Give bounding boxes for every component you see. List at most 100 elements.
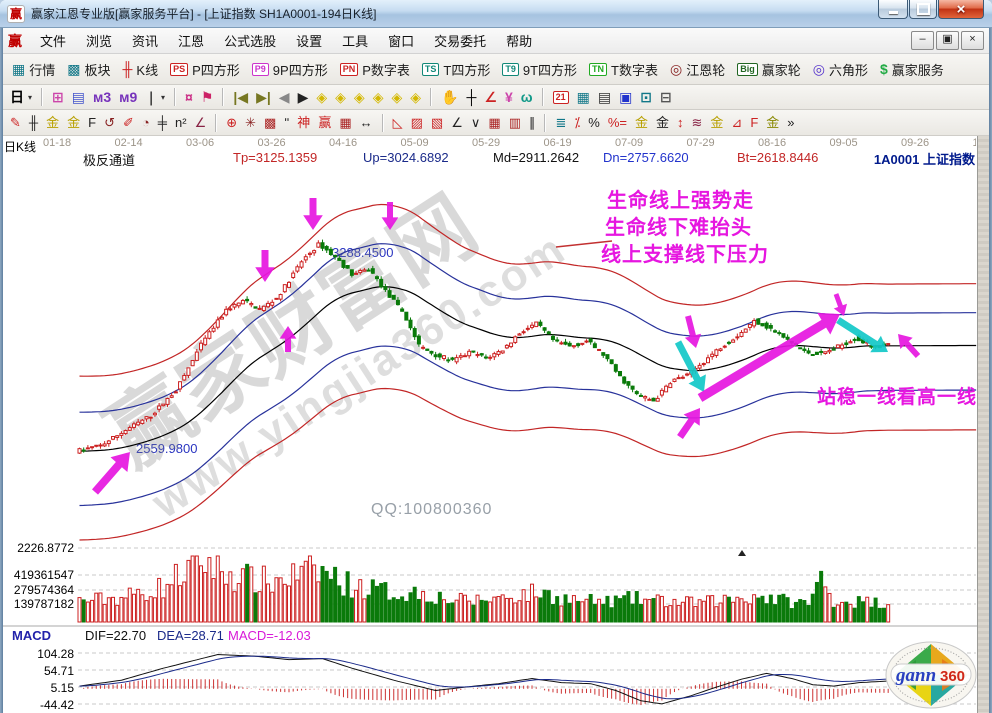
diamond-full-button[interactable]: ◈ (406, 88, 425, 106)
parallel-lines-tool[interactable]: ∥ (525, 114, 540, 132)
stock-pool-button[interactable]: ¤ (181, 88, 197, 106)
diamond-horizontal-button[interactable]: ◈ (350, 88, 369, 106)
fan-square-tool[interactable]: ▨ (407, 114, 427, 132)
export-data-button[interactable]: ⊟ (656, 88, 676, 106)
angle-pencil-button[interactable]: ∠ (480, 88, 501, 106)
menu-item-7[interactable]: 工具 (332, 32, 378, 51)
fibonacci-f-tool[interactable]: F (84, 114, 100, 132)
menu-item-9[interactable]: 交易委托 (424, 32, 496, 51)
notepad-button[interactable]: ▤ (594, 88, 615, 106)
n-square-tool[interactable]: n² (171, 114, 191, 132)
multi-window-button[interactable]: ⊞ (48, 88, 68, 106)
diamond-left-button[interactable]: ◈ (312, 88, 331, 106)
save-button[interactable]: ▣ (615, 88, 636, 106)
minimize-button[interactable] (878, 0, 908, 19)
gann-god-tool[interactable]: 神 (293, 114, 314, 132)
minor-wave-9-button[interactable]: ᴍ9 (115, 88, 141, 106)
winner-service-button[interactable]: $赢家服务 (874, 59, 950, 80)
calendar-button[interactable]: 21 (549, 90, 573, 105)
market-quotes-button[interactable]: ▦行情 (6, 59, 61, 80)
brain-analysis-button[interactable]: ω (517, 88, 537, 106)
golden-extension-tool[interactable]: 金 (63, 114, 84, 132)
percent-line-tool[interactable]: % (584, 114, 604, 132)
percent-retrace-tool[interactable]: ⁒ (570, 114, 584, 132)
kline-button[interactable]: ╫K线 (117, 59, 165, 80)
j-angle-tool[interactable]: ⊿ (727, 114, 746, 132)
golden-section-tool[interactable]: 金 (42, 114, 63, 132)
more-tools-button[interactable]: » (783, 114, 798, 132)
crosshair-button[interactable]: ┼ (462, 88, 480, 106)
gann-comb-tool[interactable]: ╫ (25, 114, 42, 132)
export-image-button[interactable]: ⊡ (636, 88, 656, 106)
nav-next-button[interactable]: ▶ (294, 88, 313, 106)
t-square-button[interactable]: TST四方形 (416, 59, 496, 80)
sectors-button[interactable]: ▩板块 (61, 59, 116, 80)
price-arrow-tool[interactable]: ↕ (673, 114, 688, 132)
menu-item-2[interactable]: 浏览 (76, 32, 122, 51)
gann-wheel-button[interactable]: ◎江恩轮 (664, 59, 731, 80)
currency-tool-button[interactable]: ¥ (501, 88, 517, 106)
golden-levels-tool[interactable]: 金 (652, 114, 673, 132)
mdi-restore-button[interactable]: ▣ (936, 31, 959, 50)
candle-style-selector-dropdown-arrow[interactable]: ▾ (161, 93, 165, 102)
macd-indicator-label[interactable]: MACD (12, 628, 51, 643)
menu-item-1[interactable]: 文件 (30, 32, 76, 51)
9p-square-button[interactable]: P99P四方形 (246, 59, 334, 80)
time-ruler-tool[interactable]: ╪ (154, 114, 171, 132)
mdi-minimize-button[interactable]: – (911, 31, 934, 50)
fan-box-tool[interactable]: ▧ (427, 114, 447, 132)
menu-item-5[interactable]: 公式选股 (214, 32, 286, 51)
price-lines-tool[interactable]: ʹʹ (280, 114, 293, 132)
hexagon-button[interactable]: ◎六角形 (807, 59, 874, 80)
golden-circle-tool[interactable]: 金 (631, 114, 652, 132)
mdi-close-button[interactable]: × (961, 31, 984, 50)
winner-wheel-button[interactable]: Big赢家轮 (731, 59, 807, 80)
draw-brush-tool[interactable]: ✐ (119, 114, 138, 132)
trend-angle-tool[interactable]: ∠ (447, 114, 467, 132)
winner-tool[interactable]: 赢 (314, 114, 335, 132)
menu-item-8[interactable]: 窗口 (378, 32, 424, 51)
menu-item-10[interactable]: 帮助 (496, 32, 542, 51)
angle-ruler-tool[interactable]: ∠ (191, 114, 211, 132)
gann-target-tool[interactable]: ⊕ (222, 114, 241, 132)
p-square-button[interactable]: PSP四方形 (164, 59, 246, 80)
candle-style-selector[interactable]: ❘▾ (141, 88, 169, 106)
p-number-table-button[interactable]: PNP数字表 (334, 59, 416, 80)
info-list-button[interactable]: ▤ (68, 88, 89, 106)
calculator-button[interactable]: ▦ (573, 88, 594, 106)
gold-angle-tool[interactable]: 金 (762, 114, 783, 132)
draw-pen-tool[interactable]: ✎ (6, 114, 25, 132)
f-angle-tool[interactable]: F (746, 114, 762, 132)
period-day-selector[interactable]: 日▾ (6, 88, 36, 106)
bar-stats-tool[interactable]: ≣ (551, 114, 570, 132)
fan-lines-tool[interactable]: ◺ (389, 114, 407, 132)
chart-area[interactable] (0, 136, 977, 713)
nav-last-button[interactable]: ▶| (252, 88, 275, 106)
square-grid-2-tool[interactable]: ▦ (484, 114, 504, 132)
gann-star-tool[interactable]: ✳ (241, 114, 260, 132)
percent-levels-tool[interactable]: %= (604, 114, 631, 132)
drag-hand-button[interactable]: ✋ (437, 88, 462, 106)
retrace-circle-tool[interactable]: ↺ (100, 114, 119, 132)
gann-square-grid-tool[interactable]: ▩ (260, 114, 280, 132)
close-button[interactable]: × (938, 0, 984, 19)
nav-first-button[interactable]: |◀ (229, 88, 252, 106)
zigzag-tool[interactable]: ∨ (467, 114, 485, 132)
nav-prev-button[interactable]: ◀ (275, 88, 294, 106)
diamond-vertical-button[interactable]: ◈ (369, 88, 388, 106)
flag-mark-button[interactable]: ⚑ (197, 88, 218, 106)
9t-square-button[interactable]: T99T四方形 (496, 59, 583, 80)
grid-123-tool[interactable]: ▦ (335, 114, 355, 132)
menu-item-4[interactable]: 江恩 (168, 32, 214, 51)
diamond-right-button[interactable]: ◈ (331, 88, 350, 106)
period-day-selector-dropdown-arrow[interactable]: ▾ (28, 93, 32, 102)
wave-measure-tool[interactable]: ≋ (688, 114, 707, 132)
menu-item-3[interactable]: 资讯 (122, 32, 168, 51)
square-grid-3-tool[interactable]: ▥ (505, 114, 525, 132)
maximize-button[interactable] (909, 0, 937, 19)
width-measure-tool[interactable]: ↔ (356, 114, 377, 132)
diamond-expand-button[interactable]: ◈ (387, 88, 406, 106)
minor-wave-3-button[interactable]: ᴍ3 (89, 88, 115, 106)
time-circle-tool[interactable]: ◔ (138, 114, 154, 132)
t-number-table-button[interactable]: TNT数字表 (583, 59, 664, 80)
